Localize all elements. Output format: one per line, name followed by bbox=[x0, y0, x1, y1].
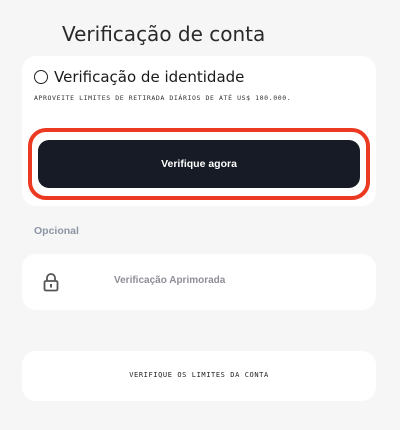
check-account-limits-button[interactable]: VERIFIQUE OS LIMITES DA CONTA bbox=[22, 351, 376, 401]
page-title: Verificação de conta bbox=[62, 22, 266, 46]
withdrawal-limit-note: APROVEITE LIMITES DE RETIRADA DIÁRIOS DE… bbox=[34, 94, 292, 102]
optional-section-label: Opcional bbox=[34, 225, 79, 237]
enhanced-verification-label: Verificação Aprimorada bbox=[114, 275, 226, 286]
verify-now-button[interactable]: Verifique agora bbox=[38, 140, 360, 188]
check-account-limits-label: VERIFIQUE OS LIMITES DA CONTA bbox=[129, 371, 269, 379]
enhanced-verification-card: Verificação Aprimorada bbox=[22, 254, 376, 310]
identity-verification-label: Verificação de identidade bbox=[54, 68, 245, 86]
lock-icon bbox=[40, 271, 62, 293]
radio-button[interactable] bbox=[34, 70, 48, 84]
identity-verification-option[interactable]: Verificação de identidade bbox=[34, 68, 244, 86]
